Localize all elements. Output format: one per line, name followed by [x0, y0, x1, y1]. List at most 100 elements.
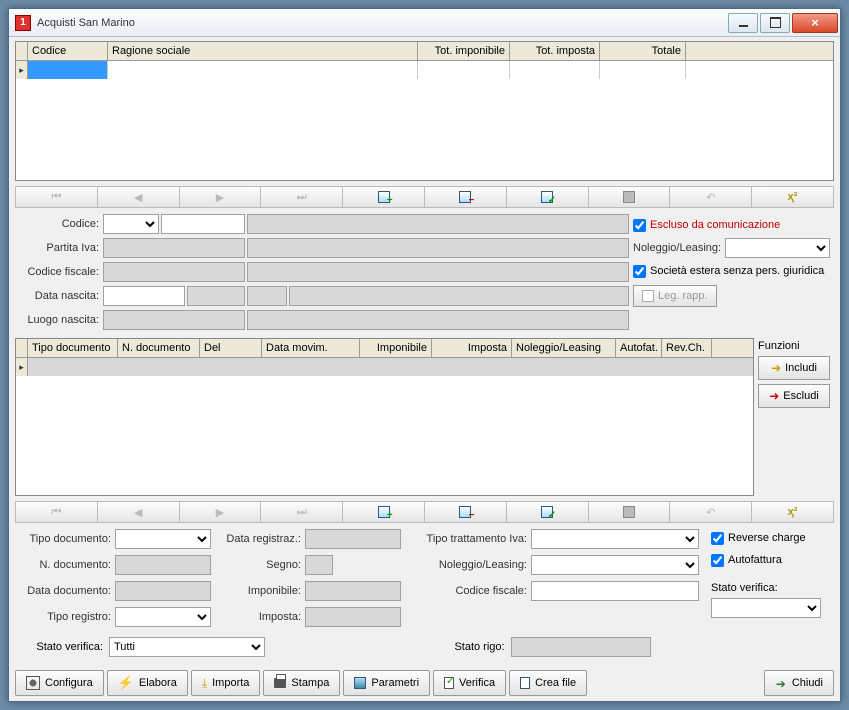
col-revch[interactable]: Rev.Ch.	[662, 339, 712, 357]
nav-edit-button[interactable]	[506, 501, 588, 523]
elabora-button[interactable]: ⚡Elabora	[107, 670, 188, 696]
table-row[interactable]: ▸	[16, 61, 833, 79]
data-nascita-aux2	[247, 286, 287, 306]
window-title: Acquisti San Marino	[37, 17, 728, 29]
col-totale[interactable]: Totale	[600, 42, 686, 60]
grid-mid[interactable]: Tipo documento N. documento Del Data mov…	[15, 338, 754, 496]
codice-input[interactable]	[161, 214, 245, 234]
table-row[interactable]: ▸	[16, 358, 753, 376]
imposta-input[interactable]	[305, 607, 401, 627]
form-main: Codice: Partita Iva: Codice fiscale: Da	[15, 213, 834, 333]
grid-mid-body[interactable]: ▸	[16, 358, 753, 495]
grid-top[interactable]: Codice Ragione sociale Tot. imponibile T…	[15, 41, 834, 181]
data-nascita-input[interactable]	[103, 286, 185, 306]
window-controls: ×	[728, 13, 838, 33]
stato-verifica-select[interactable]	[711, 598, 821, 618]
parametri-button[interactable]: Parametri	[343, 670, 430, 696]
luogo-nascita-input[interactable]	[103, 310, 245, 330]
verify-icon	[444, 677, 454, 689]
nav-prev-button[interactable]: ◀	[97, 186, 179, 208]
nav-cancel-button[interactable]: ↶	[669, 186, 751, 208]
col-codice[interactable]: Codice	[28, 42, 108, 60]
cell-totale[interactable]	[600, 61, 686, 79]
nav-first-button[interactable]: ⏮	[15, 501, 97, 523]
escludi-button[interactable]: ➜ Escludi	[758, 384, 830, 408]
chiudi-button[interactable]: Chiudi	[764, 670, 834, 696]
escluso-label: Escluso da comunicazione	[650, 219, 780, 231]
nav-refresh-button[interactable]: ҳ²	[751, 186, 834, 208]
nav-prev-button[interactable]: ◀	[97, 501, 179, 523]
codice-select[interactable]	[103, 214, 159, 234]
partita-iva-input[interactable]	[103, 238, 245, 258]
nav-insert-button[interactable]	[342, 186, 424, 208]
partita-iva-label: Partita Iva:	[15, 242, 103, 254]
grid-top-body[interactable]: ▸	[16, 61, 833, 180]
codice-fiscale-desc	[247, 262, 629, 282]
noleggio-leasing-select-2[interactable]	[531, 555, 699, 575]
includi-button[interactable]: ➜ Includi	[758, 356, 830, 380]
nav-insert-button[interactable]	[342, 501, 424, 523]
tipo-registro-select[interactable]	[115, 607, 211, 627]
nav-edit-button[interactable]	[506, 186, 588, 208]
codice-fiscale-input-2[interactable]	[531, 581, 699, 601]
import-icon: ⤓	[202, 676, 207, 691]
grid-plus-icon	[378, 191, 390, 203]
leg-rapp-button[interactable]: Leg. rapp.	[633, 285, 717, 307]
nav-cancel-button[interactable]: ↶	[669, 501, 751, 523]
col-n-documento[interactable]: N. documento	[118, 339, 200, 357]
nav-last-button[interactable]: ⏭	[260, 501, 342, 523]
close-button[interactable]: ×	[792, 13, 838, 33]
cell-ragione-sociale[interactable]	[108, 61, 418, 79]
row-indicator: ▸	[16, 61, 28, 79]
col-autofat[interactable]: Autofat.	[616, 339, 662, 357]
societa-estera-checkbox[interactable]	[633, 265, 646, 278]
data-registraz-input[interactable]	[305, 529, 401, 549]
cell-tot-imposta[interactable]	[510, 61, 600, 79]
col-imponibile[interactable]: Imponibile	[360, 339, 432, 357]
col-noleggio-leasing[interactable]: Noleggio/Leasing	[512, 339, 616, 357]
col-tipo-documento[interactable]: Tipo documento	[28, 339, 118, 357]
stato-verifica-filter-select[interactable]: Tutti	[109, 637, 265, 657]
grid-mid-header: Tipo documento N. documento Del Data mov…	[16, 339, 753, 358]
tipo-documento-select[interactable]	[115, 529, 211, 549]
nav-last-button[interactable]: ⏭	[260, 186, 342, 208]
societa-estera-row: Società estera senza pers. giuridica	[633, 261, 830, 281]
configura-button[interactable]: Configura	[15, 670, 104, 696]
form-main-right: Escluso da comunicazione Noleggio/Leasin…	[629, 213, 834, 333]
tipo-trattamento-iva-select[interactable]	[531, 529, 699, 549]
cell-codice[interactable]	[28, 61, 108, 79]
verifica-button[interactable]: Verifica	[433, 670, 506, 696]
codice-fiscale-input[interactable]	[103, 262, 245, 282]
crea-file-button[interactable]: Crea file	[509, 670, 587, 696]
col-imposta[interactable]: Imposta	[432, 339, 512, 357]
segno-input[interactable]	[305, 555, 333, 575]
nav-next-button[interactable]: ▶	[179, 186, 261, 208]
refresh-icon: ҳ²	[788, 191, 798, 203]
col-del[interactable]: Del	[200, 339, 262, 357]
escluso-checkbox[interactable]	[633, 219, 646, 232]
row-indicator-header	[16, 42, 28, 60]
stampa-button[interactable]: Stampa	[263, 670, 340, 696]
col-tot-imponibile[interactable]: Tot. imponibile	[418, 42, 510, 60]
data-documento-input[interactable]	[115, 581, 211, 601]
nav-save-button[interactable]	[588, 501, 670, 523]
nav-refresh-button[interactable]: ҳ²	[751, 501, 834, 523]
importa-button[interactable]: ⤓Importa	[191, 670, 261, 696]
cell-tot-imponibile[interactable]	[418, 61, 510, 79]
minimize-button[interactable]	[728, 13, 758, 33]
grid-ok-icon	[541, 191, 553, 203]
nav-next-button[interactable]: ▶	[179, 501, 261, 523]
nav-delete-button[interactable]	[424, 501, 506, 523]
nav-delete-button[interactable]	[424, 186, 506, 208]
col-ragione-sociale[interactable]: Ragione sociale	[108, 42, 418, 60]
reverse-charge-checkbox[interactable]	[711, 532, 724, 545]
col-data-movim[interactable]: Data movim.	[262, 339, 360, 357]
col-tot-imposta[interactable]: Tot. imposta	[510, 42, 600, 60]
nav-first-button[interactable]: ⏮	[15, 186, 97, 208]
imponibile-input[interactable]	[305, 581, 401, 601]
autofattura-checkbox[interactable]	[711, 554, 724, 567]
maximize-button[interactable]	[760, 13, 790, 33]
noleggio-leasing-select[interactable]	[725, 238, 830, 258]
n-documento-input[interactable]	[115, 555, 211, 575]
nav-save-button[interactable]	[588, 186, 670, 208]
